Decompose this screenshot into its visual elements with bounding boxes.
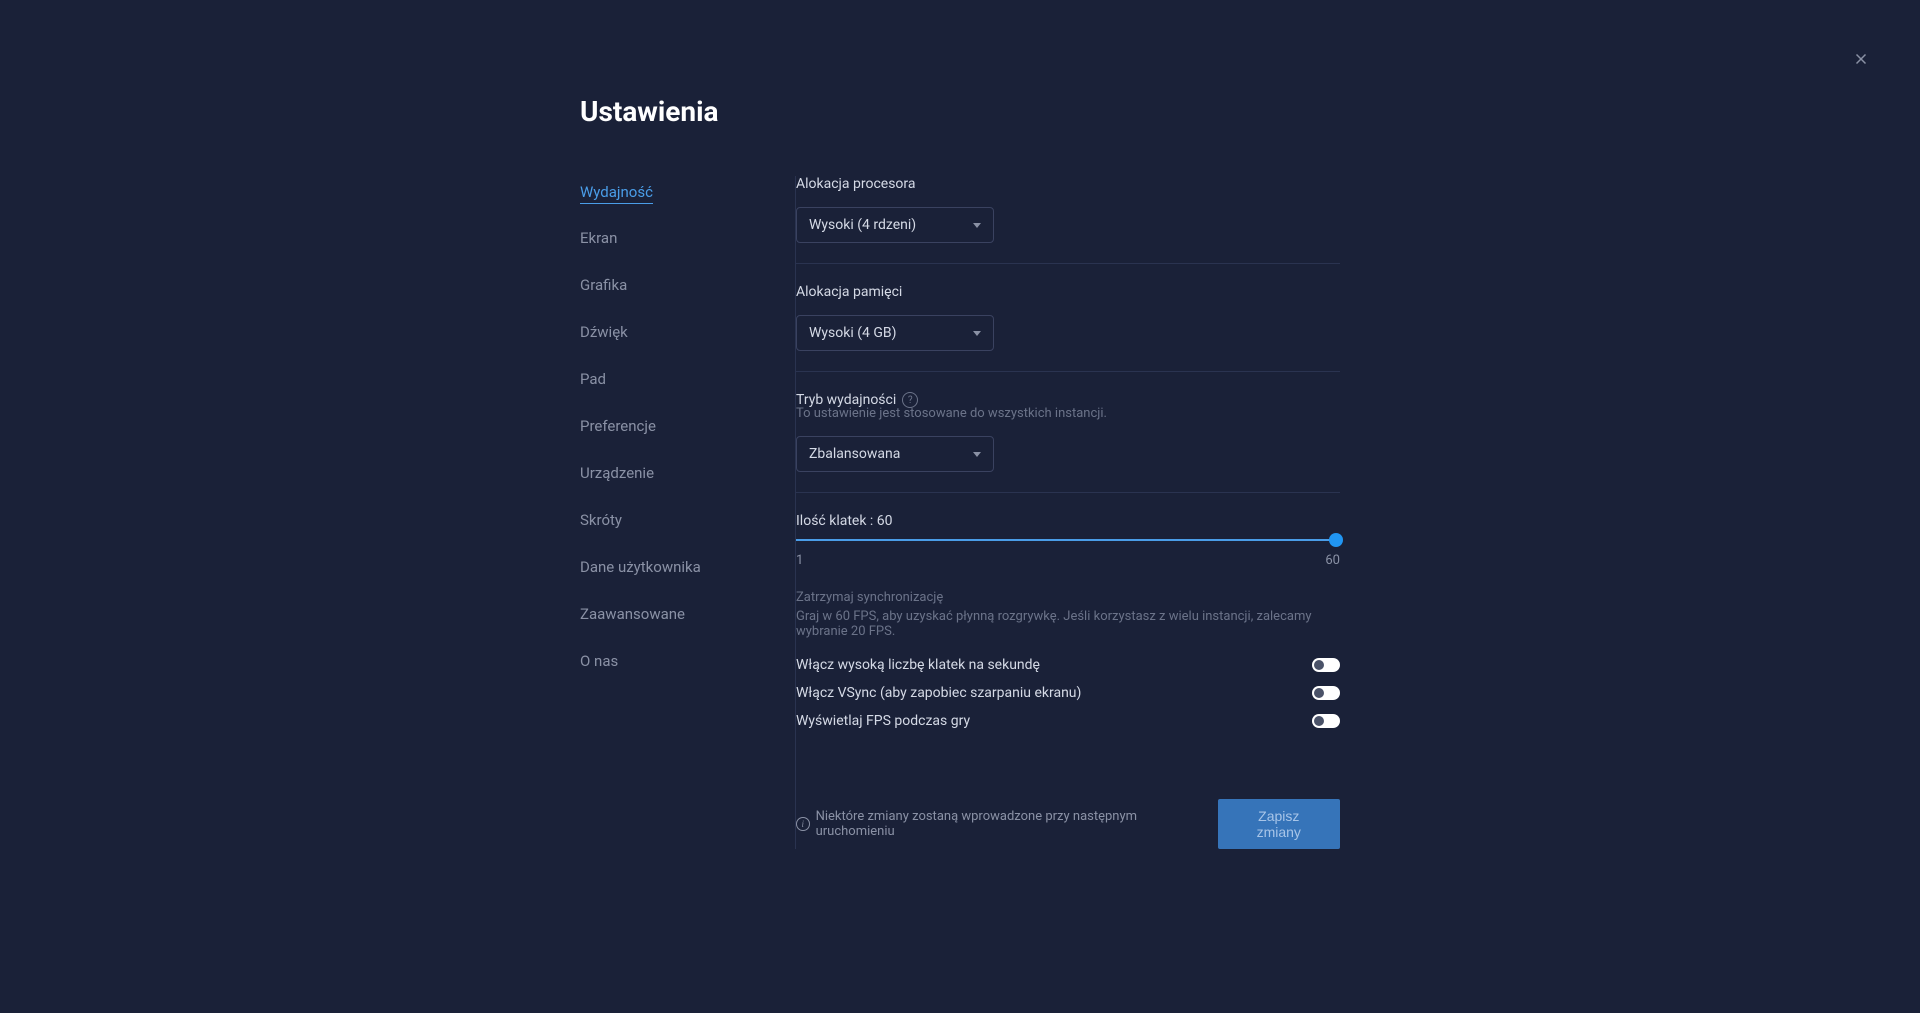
- fps-min: 1: [796, 553, 803, 568]
- vsync-label: Włącz VSync (aby zapobiec szarpaniu ekra…: [796, 685, 1081, 701]
- main-panel: Alokacja procesora Wysoki (4 rdzeni) Alo…: [795, 176, 1340, 849]
- sidebar-item-device[interactable]: Urządzenie: [580, 457, 654, 489]
- page-title: Ustawienia: [580, 95, 1340, 128]
- info-icon: i: [796, 817, 810, 831]
- fps-slider[interactable]: [796, 539, 1340, 541]
- sidebar-item-sound[interactable]: Dźwięk: [580, 316, 628, 348]
- sync-title: Zatrzymaj synchronizację: [796, 590, 1340, 605]
- footer-info: i Niektóre zmiany zostaną wprowadzone pr…: [796, 809, 1206, 839]
- high-fps-label: Włącz wysoką liczbę klatek na sekundę: [796, 657, 1040, 673]
- close-icon: [1852, 50, 1870, 68]
- sync-description: Graj w 60 FPS, aby uzyskać płynną rozgry…: [796, 609, 1340, 639]
- fps-max: 60: [1325, 553, 1340, 568]
- sidebar-item-about[interactable]: O nas: [580, 645, 618, 677]
- sidebar-item-preferences[interactable]: Preferencje: [580, 410, 656, 442]
- sidebar-item-userdata[interactable]: Dane użytkownika: [580, 551, 701, 583]
- sidebar: Wydajność Ekran Grafika Dźwięk Pad Prefe…: [580, 176, 795, 849]
- memory-allocation-label: Alokacja pamięci: [796, 284, 1340, 300]
- cpu-allocation-value: Wysoki (4 rdzeni): [809, 217, 916, 233]
- memory-allocation-value: Wysoki (4 GB): [809, 325, 897, 341]
- slider-track: [796, 539, 1340, 541]
- sidebar-item-screen[interactable]: Ekran: [580, 222, 617, 254]
- sidebar-item-performance[interactable]: Wydajność: [580, 176, 653, 204]
- vsync-toggle[interactable]: [1312, 686, 1340, 700]
- slider-thumb[interactable]: [1329, 533, 1343, 547]
- memory-allocation-dropdown[interactable]: Wysoki (4 GB): [796, 315, 994, 351]
- toggle-knob: [1314, 660, 1324, 670]
- high-fps-toggle[interactable]: [1312, 658, 1340, 672]
- save-button[interactable]: Zapisz zmiany: [1218, 799, 1340, 849]
- cpu-allocation-label: Alokacja procesora: [796, 176, 1340, 192]
- cpu-allocation-dropdown[interactable]: Wysoki (4 rdzeni): [796, 207, 994, 243]
- sidebar-item-advanced[interactable]: Zaawansowane: [580, 598, 685, 630]
- chevron-down-icon: [973, 223, 981, 228]
- sidebar-item-graphics[interactable]: Grafika: [580, 269, 627, 301]
- sidebar-item-gamepad[interactable]: Pad: [580, 363, 606, 395]
- chevron-down-icon: [973, 331, 981, 336]
- chevron-down-icon: [973, 452, 981, 457]
- close-button[interactable]: [1852, 50, 1870, 72]
- toggle-knob: [1314, 716, 1324, 726]
- sidebar-item-shortcuts[interactable]: Skróty: [580, 504, 622, 536]
- show-fps-label: Wyświetlaj FPS podczas gry: [796, 713, 970, 729]
- show-fps-toggle[interactable]: [1312, 714, 1340, 728]
- performance-mode-sublabel: To ustawienie jest stosowane do wszystki…: [796, 406, 1340, 421]
- performance-mode-value: Zbalansowana: [809, 446, 900, 462]
- fps-label: Ilość klatek : 60: [796, 513, 1340, 529]
- performance-mode-dropdown[interactable]: Zbalansowana: [796, 436, 994, 472]
- footer-info-text: Niektóre zmiany zostaną wprowadzone przy…: [816, 809, 1206, 839]
- toggle-knob: [1314, 688, 1324, 698]
